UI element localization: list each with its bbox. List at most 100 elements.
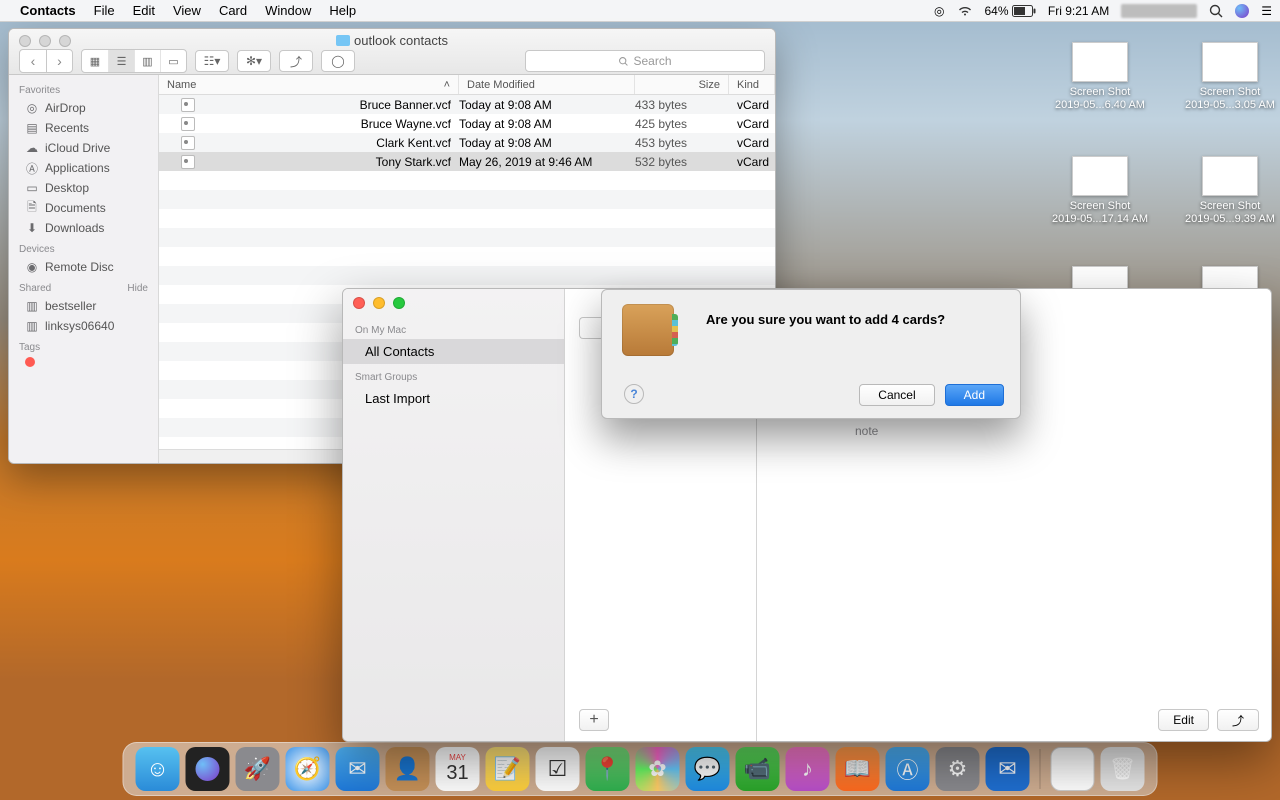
dock-messages[interactable]: 💬 [686,747,730,791]
spotlight-icon[interactable] [1209,4,1223,18]
sidebar-documents[interactable]: 🗎Documents [9,198,158,218]
file-row[interactable]: Tony Stark.vcfMay 26, 2019 at 9:46 AM532… [159,152,775,171]
battery-status[interactable]: 64% [985,4,1036,18]
menu-app[interactable]: Contacts [20,3,76,18]
dock-facetime[interactable]: 📹 [736,747,780,791]
minimize-button[interactable] [39,35,51,47]
dock-trash[interactable]: 🗑 [1101,747,1145,791]
sidebar-desktop[interactable]: ▭Desktop [9,178,158,198]
action-button[interactable]: ✻▾ [237,50,271,72]
vcard-icon [181,155,195,169]
contacts-search[interactable] [579,317,601,339]
cloud-icon: ☁ [25,141,39,155]
sidebar-hide-button[interactable]: Hide [127,283,148,294]
sidebar-remote-disc[interactable]: ◉Remote Disc [9,257,158,277]
sidebar-recents[interactable]: ▤Recents [9,118,158,138]
file-row[interactable]: Bruce Banner.vcfToday at 9:08 AM433 byte… [159,95,775,114]
dock-safari[interactable]: 🧭 [286,747,330,791]
help-button[interactable]: ? [624,384,644,404]
zoom-button[interactable] [393,297,405,309]
menu-view[interactable]: View [173,3,201,18]
contacts-app-icon [622,304,674,356]
dock-notes[interactable]: 📝 [486,747,530,791]
cancel-button[interactable]: Cancel [859,384,934,406]
dock-ibooks[interactable]: 📖 [836,747,880,791]
menu-help[interactable]: Help [329,3,356,18]
dock-document[interactable] [1051,747,1095,791]
sidebar-shared-head: SharedHide [9,277,158,296]
confirm-dialog: Are you sure you want to add 4 cards? ? … [601,289,1021,419]
computer-icon: ▥ [25,319,39,333]
view-icons[interactable]: ▦ [82,50,108,72]
view-list[interactable]: ☰ [108,50,134,72]
arrange-button[interactable]: ☷▾ [195,50,229,72]
dock-finder[interactable]: ☺ [136,747,180,791]
finder-sidebar: Favorites ◎AirDrop ▤Recents ☁iCloud Driv… [9,75,159,463]
siri-icon[interactable] [1235,4,1249,18]
view-gallery[interactable]: ▭ [160,50,186,72]
desktop-screenshot-4[interactable]: Screen Shot2019-05...9.39 AM [1170,156,1280,226]
sidebar-downloads[interactable]: ⬇Downloads [9,218,158,238]
desktop-screenshot-3[interactable]: Screen Shot2019-05...17.14 AM [1040,156,1160,226]
close-button[interactable] [19,35,31,47]
dock-calendar[interactable]: MAY31 [436,747,480,791]
add-button[interactable]: Add [945,384,1004,406]
creative-cloud-icon[interactable]: ◎ [934,4,944,18]
menu-file[interactable]: File [94,3,115,18]
group-last-import[interactable]: Last Import [343,386,564,411]
finder-search[interactable]: Search [525,50,765,72]
desktop-screenshot-2[interactable]: Screen Shot2019-05...3.05 AM [1170,42,1280,112]
sidebar-airdrop[interactable]: ◎AirDrop [9,98,158,118]
menu-edit[interactable]: Edit [133,3,155,18]
search-placeholder: Search [633,54,671,68]
dock-photos[interactable]: ✿ [636,747,680,791]
tags-button[interactable]: ◯ [321,50,355,72]
sidebar-shared-2[interactable]: ▥linksys06640 [9,316,158,336]
share-button[interactable]: ⤴ [279,50,313,72]
dock-contacts[interactable]: 👤 [386,747,430,791]
desktop-screenshot-1[interactable]: Screen Shot2019-05...6.40 AM [1040,42,1160,112]
zoom-button[interactable] [59,35,71,47]
desktop-icon: ▭ [25,181,39,195]
dock-maps[interactable]: 📍 [586,747,630,791]
dock-siri[interactable] [186,747,230,791]
dock-itunes[interactable]: ♪ [786,747,830,791]
file-row[interactable]: Clark Kent.vcfToday at 9:08 AM453 bytesv… [159,133,775,152]
group-all-contacts[interactable]: All Contacts [343,339,564,364]
edit-button[interactable]: Edit [1158,709,1209,731]
dock-mail[interactable]: ✉ [336,747,380,791]
dock-preferences[interactable]: ⚙ [936,747,980,791]
computer-icon: ▥ [25,299,39,313]
view-columns[interactable]: ▥ [134,50,160,72]
col-name[interactable]: Name˄ [159,75,459,94]
menu-window[interactable]: Window [265,3,311,18]
sidebar-tags-head: Tags [9,336,158,355]
dock-separator [1040,749,1041,789]
dock-launchpad[interactable]: 🚀 [236,747,280,791]
sidebar-icloud[interactable]: ☁iCloud Drive [9,138,158,158]
sort-asc-icon: ˄ [444,79,450,91]
note-label: note [855,424,878,438]
col-size[interactable]: Size [635,75,729,94]
menu-card[interactable]: Card [219,3,247,18]
file-row[interactable]: Bruce Wayne.vcfToday at 9:08 AM425 bytes… [159,114,775,133]
dock-outlook[interactable]: ✉ [986,747,1030,791]
col-date[interactable]: Date Modified [459,75,635,94]
add-contact-button[interactable]: + [579,709,609,731]
dock-appstore[interactable]: Ⓐ [886,747,930,791]
contacts-sidebar: On My Mac All Contacts Smart Groups Last… [343,289,565,741]
close-button[interactable] [353,297,365,309]
col-kind[interactable]: Kind [729,75,775,94]
notification-center-icon[interactable]: ☰ [1261,4,1272,18]
sidebar-applications[interactable]: ⒶApplications [9,158,158,178]
minimize-button[interactable] [373,297,385,309]
sidebar-shared-1[interactable]: ▥bestseller [9,296,158,316]
sidebar-devices-head: Devices [9,238,158,257]
back-button[interactable]: ‹ [20,50,46,72]
dock-reminders[interactable]: ☑ [536,747,580,791]
forward-button[interactable]: › [46,50,72,72]
finder-titlebar: outlook contacts ‹ › ▦ ☰ ▥ ▭ ☷▾ ✻▾ ⤴ ◯ S… [9,29,775,75]
clock[interactable]: Fri 9:21 AM [1048,4,1109,18]
share-contact-button[interactable]: ⤴ [1217,709,1259,731]
wifi-icon[interactable] [957,5,973,17]
